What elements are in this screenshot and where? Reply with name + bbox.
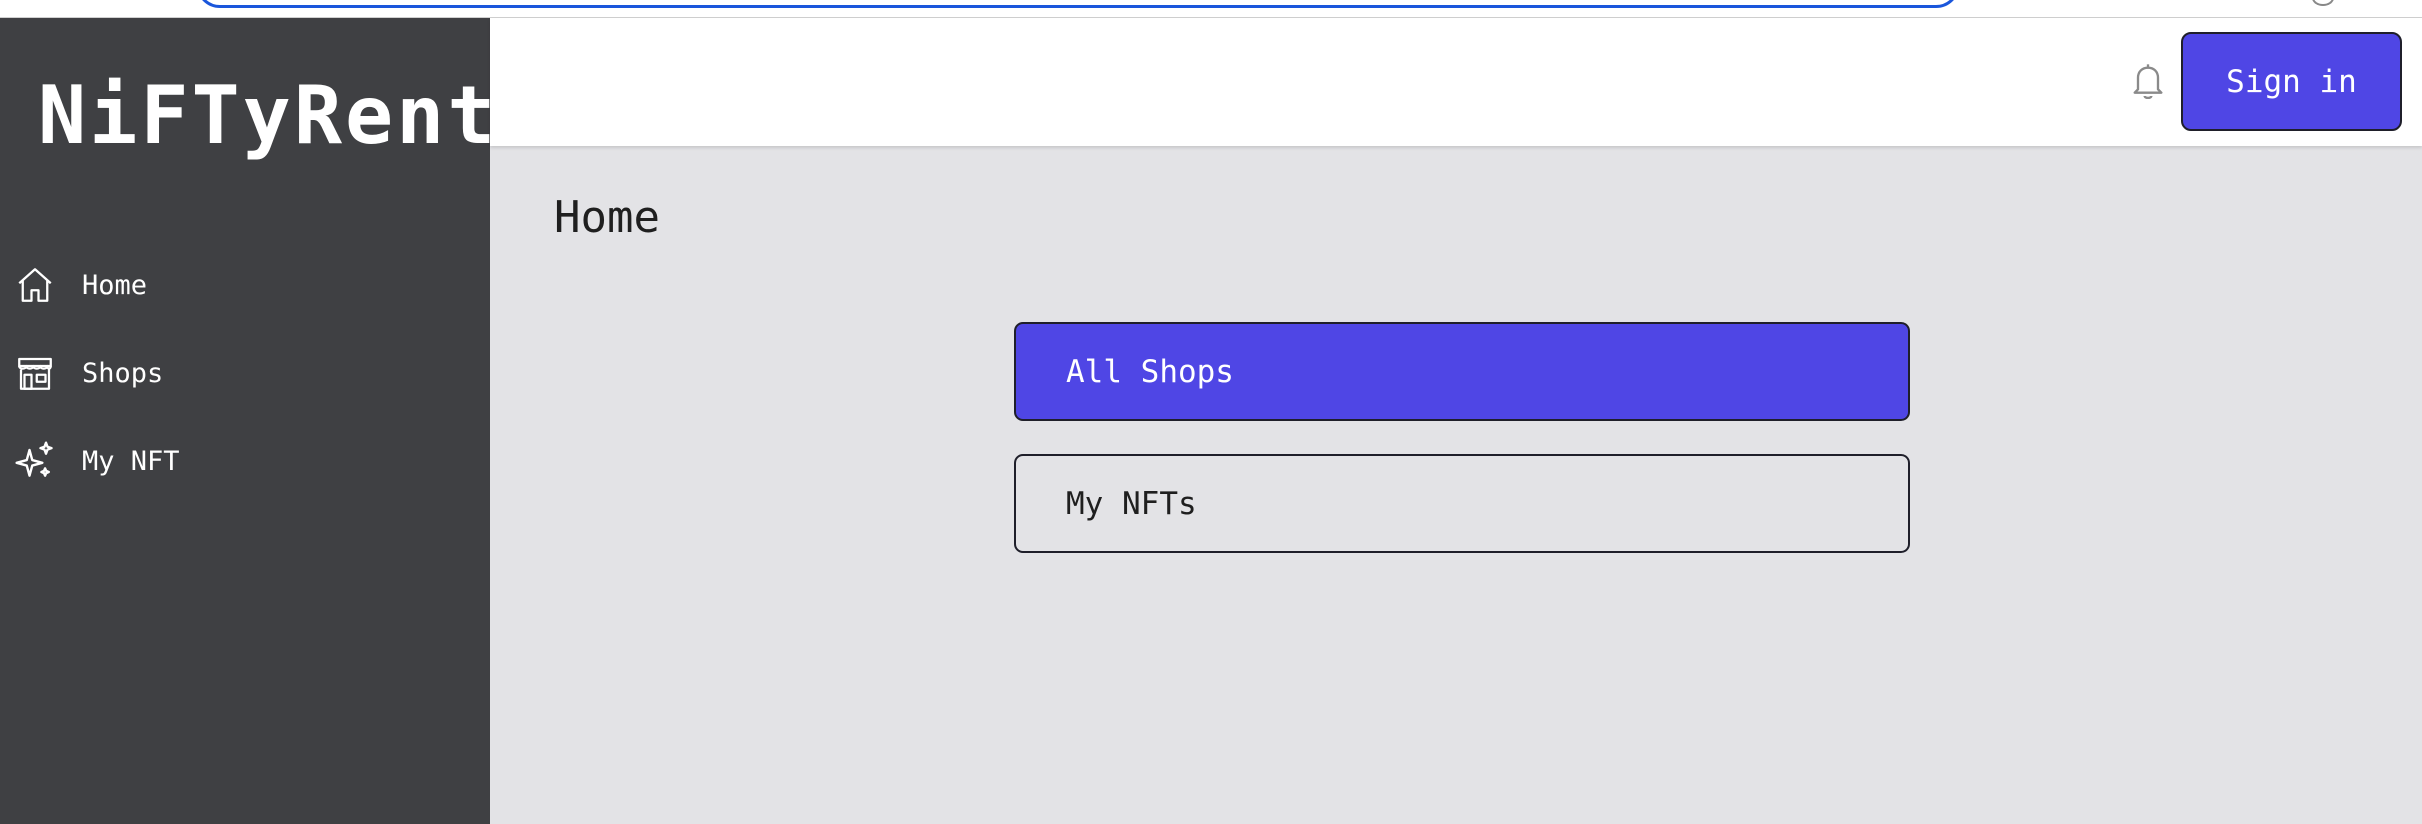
browser-menu-icon[interactable] — [2312, 0, 2334, 6]
sidebar-item-label: Shops — [82, 357, 164, 389]
browser-toolbar — [0, 0, 2422, 18]
page-title: Home — [554, 192, 660, 243]
brand-logo[interactable]: NiFTyRent — [38, 76, 495, 156]
store-icon — [12, 350, 58, 396]
sidebar-item-home[interactable]: Home — [0, 250, 490, 320]
sidebar-item-my-nft[interactable]: My NFT — [0, 426, 490, 496]
sign-in-button[interactable]: Sign in — [2181, 32, 2402, 131]
sidebar-item-label: My NFT — [82, 445, 180, 477]
home-icon — [12, 262, 58, 308]
sidebar-item-label: Home — [82, 269, 148, 301]
my-nfts-button[interactable]: My NFTs — [1014, 454, 1910, 553]
sidebar-item-shops[interactable]: Shops — [0, 338, 490, 408]
sparkles-icon — [12, 438, 58, 484]
bell-icon[interactable] — [2128, 58, 2168, 104]
address-bar[interactable] — [196, 0, 1960, 8]
sidebar: NiFTyRent Home Shops My NFT — [0, 18, 495, 824]
all-shops-button[interactable]: All Shops — [1014, 322, 1910, 421]
